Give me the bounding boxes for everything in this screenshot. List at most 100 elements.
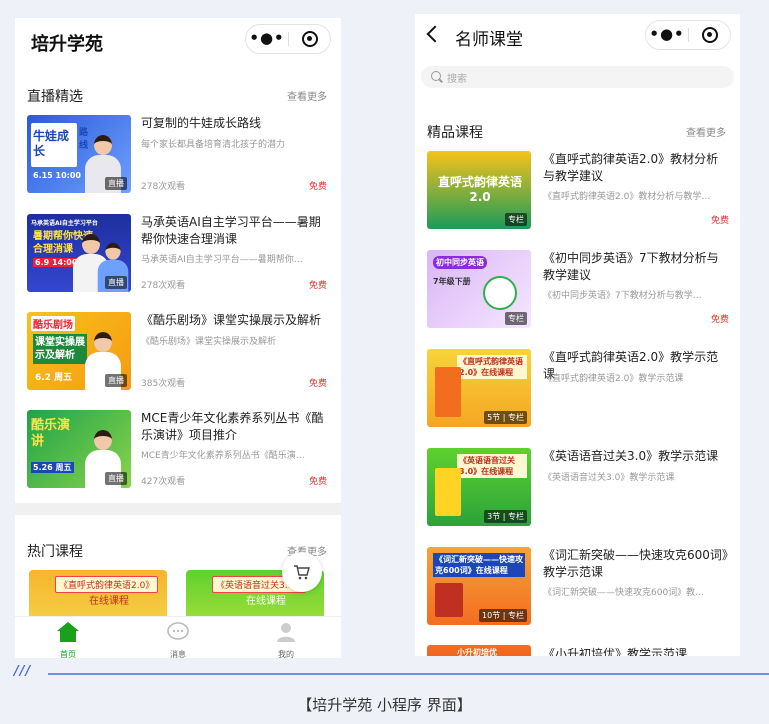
- course-thumbnail: 《英语语音过关3.0》在线课程 3节 | 专栏: [427, 448, 531, 526]
- thumbnail-text: 《直呼式韵律英语2.0》在线课程: [457, 355, 527, 379]
- live-item-title: 马承英语AI自主学习平台——暑期帮你快速合理消课: [141, 215, 321, 246]
- more-dots-icon[interactable]: •●•: [646, 21, 688, 49]
- course-title: 《词汇新突破——快速攻克600词》教学示范课: [543, 548, 728, 579]
- course-title: 《英语语音过关3.0》教学示范课: [543, 449, 719, 463]
- thumbnail-date: 5.26 周五: [31, 462, 74, 473]
- bottom-tab-bar: 首页 消息 我的: [15, 616, 341, 658]
- live-item-views: 385次观看: [141, 379, 186, 389]
- live-item-title: 可复制的牛娃成长路线: [141, 116, 262, 130]
- live-badge: 直播: [105, 276, 127, 289]
- tab-profile[interactable]: 我的: [251, 621, 321, 658]
- course-thumbnail: 直呼式韵律英语2.0 专栏: [427, 151, 531, 229]
- divider-slashes: ///: [14, 664, 32, 679]
- live-item-subtitle: MCE青少年文化素养系列丛书《酷乐演…: [141, 451, 305, 461]
- live-item-title: MCE青少年文化素养系列丛书《酷乐演讲》项目推介: [141, 411, 324, 442]
- course-price: 免费: [710, 216, 729, 226]
- tab-home-label: 首页: [60, 650, 76, 658]
- thumbnail-text: 《词汇新突破——快速攻克600词》在线课程: [433, 553, 525, 577]
- capsule-separator: [688, 28, 689, 42]
- thumbnail-side-text: 7年级下册: [433, 277, 471, 286]
- live-item-subtitle: 马承英语AI自主学习平台——暑期帮你…: [141, 255, 303, 265]
- live-item-price: 免费: [308, 182, 327, 192]
- live-item-title: 《酷乐剧场》课堂实操展示及解析: [141, 313, 322, 327]
- phone-screen-home: 培升学苑 •●• 直播精选 查看更多 牛娃成长 路线 6.15 10:00 直播…: [15, 18, 341, 658]
- thumbnail-text: 小升初培优: [457, 648, 497, 656]
- tab-home[interactable]: 首页: [33, 621, 103, 658]
- course-thumbnail: 《词汇新突破——快速攻克600词》在线课程 10节 | 专栏: [427, 547, 531, 625]
- search-input[interactable]: 搜索: [421, 66, 734, 88]
- live-badge: 直播: [105, 177, 127, 190]
- live-badge: 直播: [105, 374, 127, 387]
- hot-course-sub: 在线课程: [246, 596, 286, 607]
- course-thumbnail: 初中同步英语 7年级下册 专栏: [427, 250, 531, 328]
- course-subtitle: 《直呼式韵律英语2.0》教学示范课: [543, 374, 684, 384]
- thumbnail-text: 课堂实操展示及解析: [33, 334, 87, 364]
- course-title: 《初中同步英语》7下教材分析与教学建议: [543, 251, 719, 282]
- top-bar: 培升学苑 •●•: [15, 18, 341, 62]
- divider-line: [48, 673, 769, 675]
- figure-caption: 【培升学苑 小程序 界面】: [297, 696, 472, 714]
- hot-section-title: 热门课程: [27, 544, 83, 560]
- more-dots-icon[interactable]: •●•: [246, 25, 288, 53]
- thumbnail-text: 初中同步英语: [433, 256, 487, 269]
- thumbnail-top-text: 马承英语AI自主学习平台: [31, 220, 98, 227]
- chat-icon: [167, 622, 189, 640]
- tab-profile-label: 我的: [278, 650, 294, 658]
- course-subtitle: 《直呼式韵律英语2.0》教材分析与教学…: [543, 192, 711, 202]
- column-badge: 3节 | 专栏: [484, 510, 527, 523]
- thumbnail-date: 6.15 10:00: [33, 171, 81, 180]
- live-section-title: 直播精选: [27, 89, 83, 105]
- course-subtitle: 《词汇新突破——快速攻克600词》教…: [543, 588, 705, 598]
- column-badge: 10节 | 专栏: [479, 609, 527, 622]
- caption-divider: ///: [0, 664, 769, 686]
- live-item[interactable]: 牛娃成长 路线 6.15 10:00 直播 可复制的牛娃成长路线 每个家长都具备…: [27, 115, 327, 195]
- course-item[interactable]: 《词汇新突破——快速攻克600词》在线课程 10节 | 专栏 《词汇新突破——快…: [427, 547, 729, 627]
- thumbnail-text: 《英语语音过关3.0》在线课程: [457, 454, 527, 478]
- course-item[interactable]: 直呼式韵律英语2.0 专栏 《直呼式韵律英语2.0》教材分析与教学建议 《直呼式…: [427, 151, 729, 231]
- live-thumbnail: 牛娃成长 路线 6.15 10:00 直播: [27, 115, 131, 193]
- live-see-more-link[interactable]: 查看更多: [287, 88, 327, 103]
- miniprogram-capsule: •●•: [245, 24, 331, 54]
- course-subtitle: 《初中同步英语》7下教材分析与教学…: [543, 291, 702, 301]
- cart-button[interactable]: [282, 552, 322, 592]
- live-item-views: 427次观看: [141, 477, 186, 487]
- live-item[interactable]: 酷乐演讲 5.26 周五 直播 MCE青少年文化素养系列丛书《酷乐演讲》项目推介…: [27, 410, 327, 490]
- live-item-views: 278次观看: [141, 281, 186, 291]
- premium-see-more-link[interactable]: 查看更多: [686, 124, 726, 139]
- course-item[interactable]: 小升初培优 《小升初培优》教学示范课: [427, 645, 729, 656]
- close-target-icon[interactable]: [702, 27, 718, 43]
- course-item[interactable]: 《直呼式韵律英语2.0》在线课程 5节 | 专栏 《直呼式韵律英语2.0》教学示…: [427, 349, 729, 429]
- home-icon: [57, 622, 79, 642]
- live-item[interactable]: 酷乐剧场 课堂实操展示及解析 6.2 周五 直播 《酷乐剧场》课堂实操展示及解析…: [27, 312, 327, 392]
- course-thumbnail: 《直呼式韵律英语2.0》在线课程 5节 | 专栏: [427, 349, 531, 427]
- hot-course-tag: 《直呼式韵律英语2.0》: [55, 576, 159, 593]
- top-bar: 名师课堂 •●•: [415, 14, 740, 58]
- premium-section-title: 精品课程: [427, 125, 483, 141]
- course-item[interactable]: 初中同步英语 7年级下册 专栏 《初中同步英语》7下教材分析与教学建议 《初中同…: [427, 250, 729, 330]
- close-target-icon[interactable]: [302, 31, 318, 47]
- miniprogram-capsule: •●•: [645, 20, 731, 50]
- back-arrow-icon[interactable]: [426, 25, 444, 43]
- thumbnail-date: 6.2 周五: [35, 373, 73, 383]
- thumbnail-text: 酷乐演讲: [31, 418, 71, 449]
- course-item[interactable]: 《英语语音过关3.0》在线课程 3节 | 专栏 《英语语音过关3.0》教学示范课…: [427, 448, 729, 528]
- thumbnail-text: 牛娃成长: [33, 129, 70, 158]
- live-item-price: 免费: [308, 477, 327, 487]
- tab-messages[interactable]: 消息: [143, 621, 213, 658]
- live-thumbnail: 酷乐演讲 5.26 周五 直播: [27, 410, 131, 488]
- capsule-separator: [288, 32, 289, 46]
- live-item-subtitle: 每个家长都具备培育清北孩子的潜力: [141, 140, 286, 150]
- live-item[interactable]: 马承英语AI自主学习平台 暑期帮你快速合理消课 6.9 14:00 直播 马承英…: [27, 214, 327, 294]
- thumbnail-top-text: 酷乐剧场: [31, 316, 75, 331]
- search-icon: [431, 71, 441, 81]
- live-thumbnail: 酷乐剧场 课堂实操展示及解析 6.2 周五 直播: [27, 312, 131, 390]
- live-item-views: 278次观看: [141, 182, 186, 192]
- course-price: 免费: [710, 315, 729, 325]
- live-thumbnail: 马承英语AI自主学习平台 暑期帮你快速合理消课 6.9 14:00 直播: [27, 214, 131, 292]
- tab-messages-label: 消息: [170, 650, 186, 658]
- section-divider: [15, 503, 341, 515]
- course-title: 《小升初培优》教学示范课: [543, 647, 688, 656]
- app-title: 培升学苑: [31, 34, 103, 55]
- page-title: 名师课堂: [455, 30, 523, 50]
- live-item-price: 免费: [308, 281, 327, 291]
